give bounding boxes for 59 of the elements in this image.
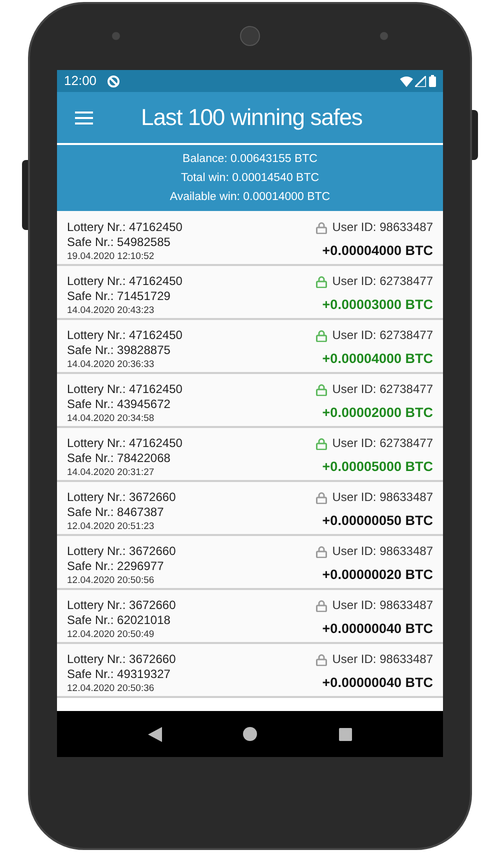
lottery-number: Lottery Nr.: 47162450 bbox=[67, 382, 182, 397]
overview-icon[interactable] bbox=[339, 728, 352, 740]
win-date: 14.04.2020 20:31:27 bbox=[67, 466, 156, 479]
data-saver-icon bbox=[106, 74, 120, 88]
win-amount: +0.00004000 BTC bbox=[322, 350, 433, 368]
signal-icon bbox=[415, 76, 426, 86]
user-id: User ID: 62738477 bbox=[332, 382, 433, 397]
screen-title: Last 100 winning safes bbox=[141, 103, 362, 132]
user-id: User ID: 62738477 bbox=[332, 436, 433, 451]
menu-icon[interactable] bbox=[75, 110, 93, 124]
safe-number: Safe Nr.: 78422068 bbox=[67, 451, 172, 466]
win-date: 14.04.2020 20:43:23 bbox=[67, 304, 156, 317]
summary-line: Available win: 0.00014000 BTC bbox=[170, 190, 330, 204]
user-id: User ID: 98633487 bbox=[332, 598, 433, 613]
win-amount: +0.00000050 BTC bbox=[322, 512, 433, 530]
battery-icon bbox=[429, 75, 436, 87]
win-amount: +0.00000040 BTC bbox=[322, 620, 433, 638]
lottery-number: Lottery Nr.: 47162450 bbox=[67, 274, 182, 289]
back-icon[interactable] bbox=[148, 726, 162, 742]
win-amount: +0.00004000 BTC bbox=[322, 242, 433, 260]
win-date: 12.04.2020 20:51:23 bbox=[67, 520, 156, 533]
lottery-number: Lottery Nr.: 47162450 bbox=[67, 436, 182, 451]
wifi-icon bbox=[400, 76, 413, 86]
side-button[interactable] bbox=[472, 110, 478, 160]
lottery-number: Lottery Nr.: 47162450 bbox=[67, 328, 182, 343]
lottery-number: Lottery Nr.: 3672660 bbox=[67, 544, 176, 559]
safe-number: Safe Nr.: 2296977 bbox=[67, 559, 165, 574]
win-date: 19.04.2020 12:10:52 bbox=[67, 250, 156, 263]
win-amount: +0.00000020 BTC bbox=[322, 566, 433, 584]
lottery-number: Lottery Nr.: 3672660 bbox=[67, 652, 176, 667]
win-date: 12.04.2020 20:50:56 bbox=[67, 574, 156, 587]
win-date: 12.04.2020 20:50:49 bbox=[67, 628, 156, 641]
safe-number: Safe Nr.: 49319327 bbox=[67, 667, 172, 682]
summary-line: Total win: 0.00014540 BTC bbox=[180, 170, 320, 186]
lottery-number: Lottery Nr.: 3672660 bbox=[67, 490, 176, 505]
user-id: User ID: 98633487 bbox=[332, 490, 433, 505]
win-amount: +0.00005000 BTC bbox=[322, 458, 433, 476]
safe-number: Safe Nr.: 54982585 bbox=[67, 235, 172, 250]
win-amount: +0.00000040 BTC bbox=[322, 674, 433, 692]
user-id: User ID: 62738477 bbox=[332, 328, 433, 343]
win-date: 14.04.2020 20:34:58 bbox=[67, 412, 156, 425]
clock: 12:00 bbox=[64, 72, 97, 90]
user-id: User ID: 98633487 bbox=[332, 544, 433, 559]
safe-number: Safe Nr.: 62021018 bbox=[67, 613, 172, 628]
lottery-number: Lottery Nr.: 3672660 bbox=[67, 598, 176, 613]
home-icon[interactable] bbox=[243, 727, 258, 741]
safe-number: Safe Nr.: 8467387 bbox=[67, 505, 165, 520]
safe-number: Safe Nr.: 39828875 bbox=[67, 343, 172, 358]
user-id: User ID: 98633487 bbox=[332, 652, 433, 667]
win-date: 14.04.2020 20:36:33 bbox=[67, 358, 156, 371]
lottery-number: Lottery Nr.: 47162450 bbox=[67, 220, 182, 235]
safe-number: Safe Nr.: 71451729 bbox=[67, 289, 172, 304]
user-id: User ID: 62738477 bbox=[332, 274, 433, 289]
win-amount: +0.00002000 BTC bbox=[322, 404, 433, 422]
win-amount: +0.00003000 BTC bbox=[322, 296, 433, 314]
safe-number: Safe Nr.: 43945672 bbox=[67, 397, 172, 412]
summary-line: Balance: 0.00643155 BTC bbox=[182, 152, 318, 166]
user-id: User ID: 98633487 bbox=[332, 220, 433, 235]
win-date: 12.04.2020 20:50:36 bbox=[67, 682, 156, 695]
